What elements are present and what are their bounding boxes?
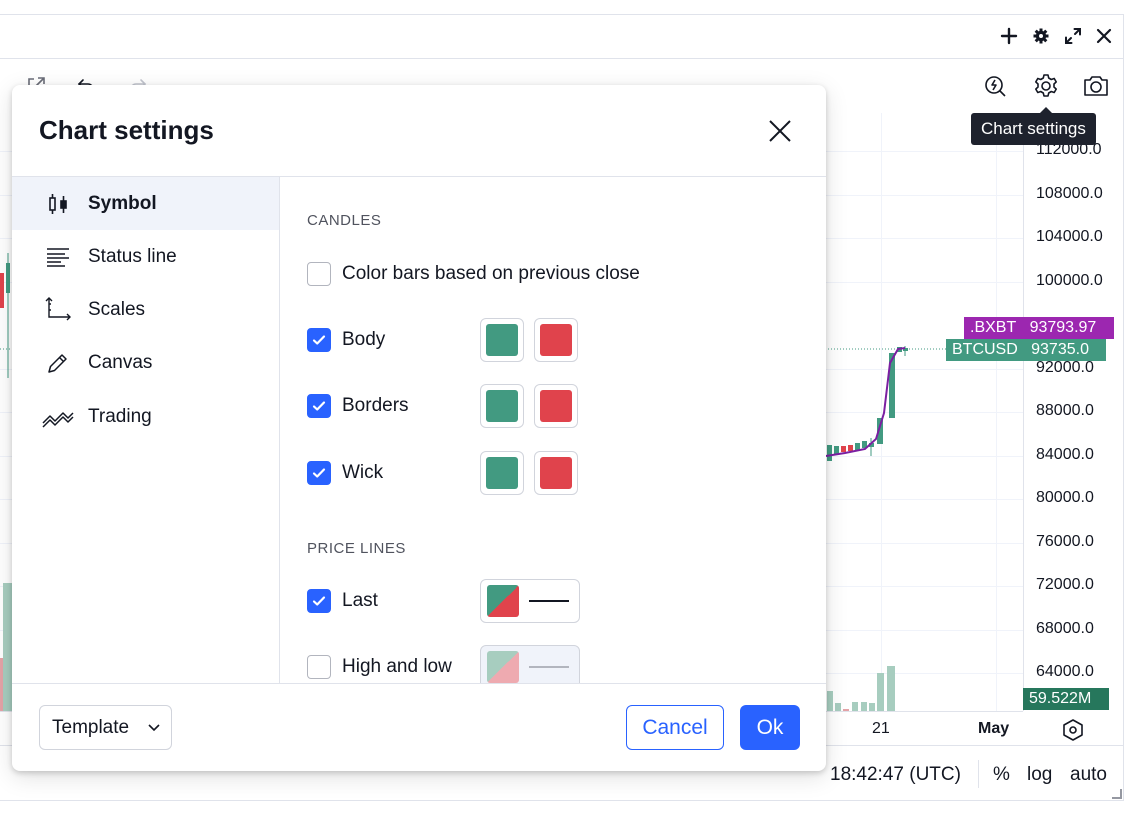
time-label: 21 (872, 720, 890, 737)
settings-sidebar: Symbol Status line Scales Canvas Trading (12, 177, 280, 683)
price-tick: 76000.0 (1036, 533, 1094, 550)
sidebar-item-trading[interactable]: Trading (12, 390, 279, 443)
price-tick: 92000.0 (1036, 359, 1094, 376)
dialog-close-button[interactable] (764, 115, 796, 147)
widget-topbar (0, 15, 1123, 59)
gear-icon[interactable] (1030, 25, 1052, 47)
dialog-header: Chart settings (12, 85, 826, 177)
axis-settings-icon[interactable] (1060, 717, 1086, 743)
sidebar-item-label: Trading (88, 405, 152, 427)
price-tick: 84000.0 (1036, 446, 1094, 463)
close-icon (769, 120, 791, 142)
chevron-down-icon (147, 720, 161, 739)
borders-down-color-swatch[interactable] (534, 384, 578, 428)
wick-row: Wick (307, 453, 383, 493)
body-up-color-swatch[interactable] (480, 318, 524, 362)
wick-checkbox[interactable] (307, 461, 331, 485)
checkmark-icon (312, 335, 326, 345)
chart-settings-dialog: Chart settings Symbol Status line Scales (12, 85, 826, 771)
plus-icon[interactable] (998, 25, 1020, 47)
body-label: Body (342, 329, 386, 350)
price-tick: 104000.0 (1036, 228, 1103, 245)
close-icon[interactable] (1093, 25, 1115, 47)
price-tick: 68000.0 (1036, 620, 1094, 637)
color-bars-row: Color bars based on previous close (307, 254, 640, 294)
ok-button[interactable]: Ok (740, 705, 800, 750)
price-tick: 100000.0 (1036, 272, 1103, 289)
btcusd-price-tag: BTCUSD 93735.0 (946, 339, 1106, 361)
borders-up-color-swatch[interactable] (480, 384, 524, 428)
checkmark-icon (312, 468, 326, 478)
section-title-price-lines: PRICE LINES (307, 540, 406, 557)
checkmark-icon (312, 401, 326, 411)
borders-checkbox[interactable] (307, 394, 331, 418)
trading-icon (42, 401, 74, 433)
pencil-icon (42, 347, 74, 379)
status-line-icon (42, 241, 74, 273)
quick-search-icon[interactable] (979, 70, 1011, 102)
wick-label: Wick (342, 462, 384, 483)
sidebar-item-label: Status line (88, 245, 177, 267)
percent-toggle[interactable]: % (993, 764, 1010, 786)
price-tick: 108000.0 (1036, 185, 1103, 202)
bxbt-price-tag: .BXBT 93793.97 (964, 317, 1114, 339)
wick-up-color-swatch[interactable] (480, 451, 524, 495)
scales-icon (42, 294, 74, 326)
price-tick: 88000.0 (1036, 402, 1094, 419)
sidebar-item-status-line[interactable]: Status line (12, 230, 279, 283)
last-label: Last (342, 590, 378, 611)
sidebar-item-label: Symbol (88, 192, 157, 214)
candles-icon (42, 188, 74, 220)
settings-content: CANDLES Color bars based on previous clo… (280, 177, 826, 683)
high-low-label: High and low (342, 656, 452, 677)
color-bars-checkbox[interactable] (307, 262, 331, 286)
last-line-style-swatch[interactable] (480, 579, 580, 623)
borders-label: Borders (342, 395, 409, 416)
dialog-title: Chart settings (39, 115, 214, 145)
log-toggle[interactable]: log (1027, 764, 1052, 786)
sidebar-item-scales[interactable]: Scales (12, 283, 279, 336)
section-title-candles: CANDLES (307, 212, 382, 229)
price-tick: 80000.0 (1036, 489, 1094, 506)
price-tick: 72000.0 (1036, 576, 1094, 593)
expand-icon[interactable] (1062, 25, 1084, 47)
borders-row: Borders (307, 386, 409, 426)
dialog-footer: Template Cancel Ok (12, 683, 826, 771)
body-down-color-swatch[interactable] (534, 318, 578, 362)
price-axis[interactable]: 112000.0 108000.0 104000.0 100000.0 9200… (1023, 113, 1123, 711)
checkmark-icon (312, 596, 326, 606)
sidebar-item-label: Scales (88, 298, 146, 320)
template-dropdown[interactable]: Template (39, 705, 172, 750)
high-low-checkbox[interactable] (307, 655, 331, 679)
high-low-row: High and low (307, 647, 452, 683)
camera-icon[interactable] (1080, 70, 1112, 102)
settings-icon[interactable] (1030, 70, 1062, 102)
body-row: Body (307, 320, 385, 360)
high-low-line-style-swatch[interactable] (480, 645, 580, 683)
auto-toggle[interactable]: auto (1070, 764, 1107, 786)
chart-settings-tooltip: Chart settings (971, 107, 1096, 145)
sidebar-item-label: Canvas (88, 351, 153, 373)
sidebar-item-symbol[interactable]: Symbol (12, 177, 279, 230)
color-bars-label: Color bars based on previous close (342, 263, 640, 284)
price-tick: 64000.0 (1036, 663, 1094, 680)
cancel-button[interactable]: Cancel (626, 705, 724, 750)
last-checkbox[interactable] (307, 589, 331, 613)
body-checkbox[interactable] (307, 328, 331, 352)
wick-down-color-swatch[interactable] (534, 451, 578, 495)
sidebar-item-canvas[interactable]: Canvas (12, 336, 279, 389)
volume-tag: 59.522M (1023, 688, 1109, 710)
template-label: Template (52, 716, 130, 738)
resize-handle-icon[interactable] (1110, 786, 1122, 799)
candle (0, 273, 4, 308)
candles-group (827, 346, 908, 461)
time-label: May (978, 720, 1010, 737)
last-row: Last (307, 581, 378, 621)
utc-clock[interactable]: 18:42:47 (UTC) (830, 764, 961, 786)
